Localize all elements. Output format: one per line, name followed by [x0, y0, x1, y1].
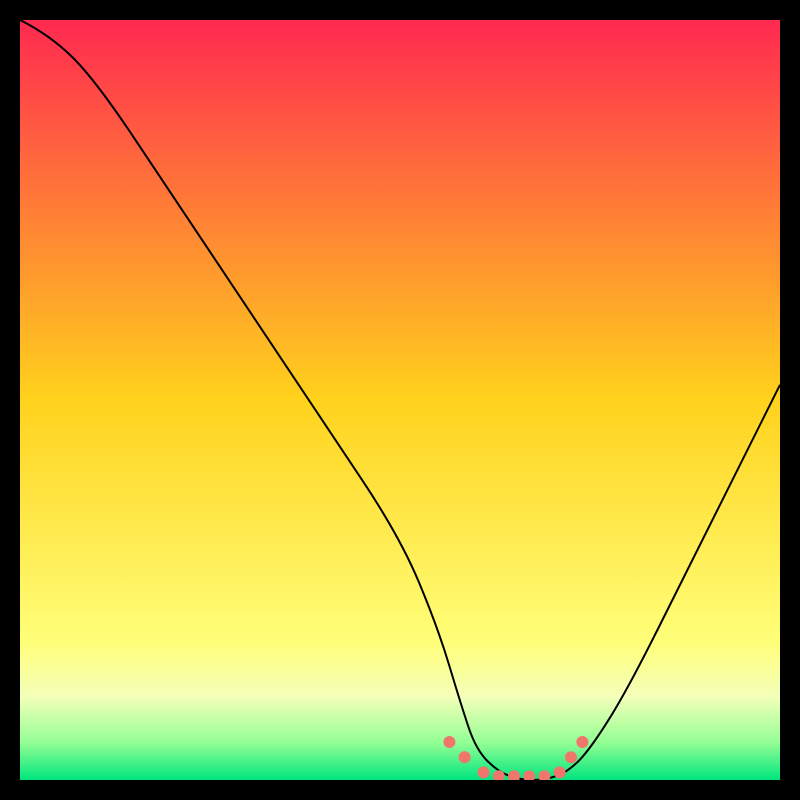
marker-dot [554, 766, 566, 778]
marker-dot [576, 736, 588, 748]
marker-dot [478, 766, 490, 778]
chart-svg [20, 20, 780, 780]
chart-frame: TheBottleneck.com [20, 20, 780, 780]
marker-dot [565, 751, 577, 763]
gradient-bg [20, 20, 780, 780]
marker-dot [443, 736, 455, 748]
marker-dot [459, 751, 471, 763]
